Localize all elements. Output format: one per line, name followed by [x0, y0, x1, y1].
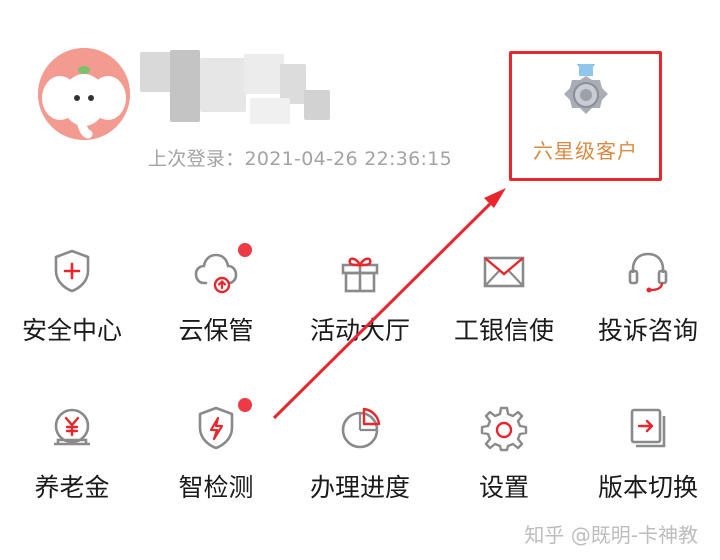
elephant-avatar-icon — [38, 48, 130, 140]
menu-label: 养老金 — [34, 473, 110, 502]
menu-item-security-center[interactable]: 安全中心 — [0, 247, 144, 387]
menu-item-icbc-messenger[interactable]: 工银信使 — [432, 247, 576, 387]
menu-label: 智检测 — [178, 473, 254, 502]
menu-item-smart-check[interactable]: 智检测 — [144, 398, 288, 544]
pie-progress-icon — [336, 404, 384, 452]
username-blurred — [140, 44, 340, 136]
menu-item-progress[interactable]: 办理进度 — [288, 404, 432, 544]
menu-label: 云保管 — [178, 316, 254, 345]
menu-item-cloud-storage[interactable]: 云保管 — [144, 243, 288, 387]
menu-label: 设置 — [478, 473, 529, 502]
menu-item-pension[interactable]: 养老金 — [0, 404, 144, 544]
headset-icon — [624, 247, 672, 295]
yen-jar-icon — [48, 404, 96, 452]
medal-icon — [564, 64, 608, 114]
gear-icon — [480, 404, 528, 452]
last-login-time: 上次登录：2021-04-26 22:36:15 — [148, 148, 452, 170]
switch-version-icon — [624, 404, 672, 452]
shield-plus-icon — [48, 247, 96, 295]
gift-icon — [336, 247, 384, 295]
tier-label: 六星级客户 — [533, 139, 638, 163]
shield-bolt-icon — [192, 404, 240, 452]
notification-dot — [238, 398, 252, 412]
menu-label: 办理进度 — [309, 473, 410, 502]
menu-item-activity-hall[interactable]: 活动大厅 — [288, 247, 432, 387]
menu-label: 投诉咨询 — [597, 316, 698, 345]
menu-label: 活动大厅 — [309, 316, 410, 345]
cloud-upload-icon — [192, 247, 240, 295]
menu-label: 安全中心 — [21, 316, 122, 345]
notification-dot — [238, 243, 252, 257]
envelope-icon — [480, 247, 528, 295]
menu-label: 工银信使 — [453, 316, 554, 345]
menu-label: 版本切换 — [597, 473, 698, 502]
avatar[interactable] — [38, 48, 130, 140]
watermark: 知乎 @既明-卡神教 — [524, 523, 698, 547]
menu-item-complaint-consult[interactable]: 投诉咨询 — [576, 247, 720, 387]
customer-tier-badge[interactable]: 六星级客户 — [509, 51, 662, 181]
